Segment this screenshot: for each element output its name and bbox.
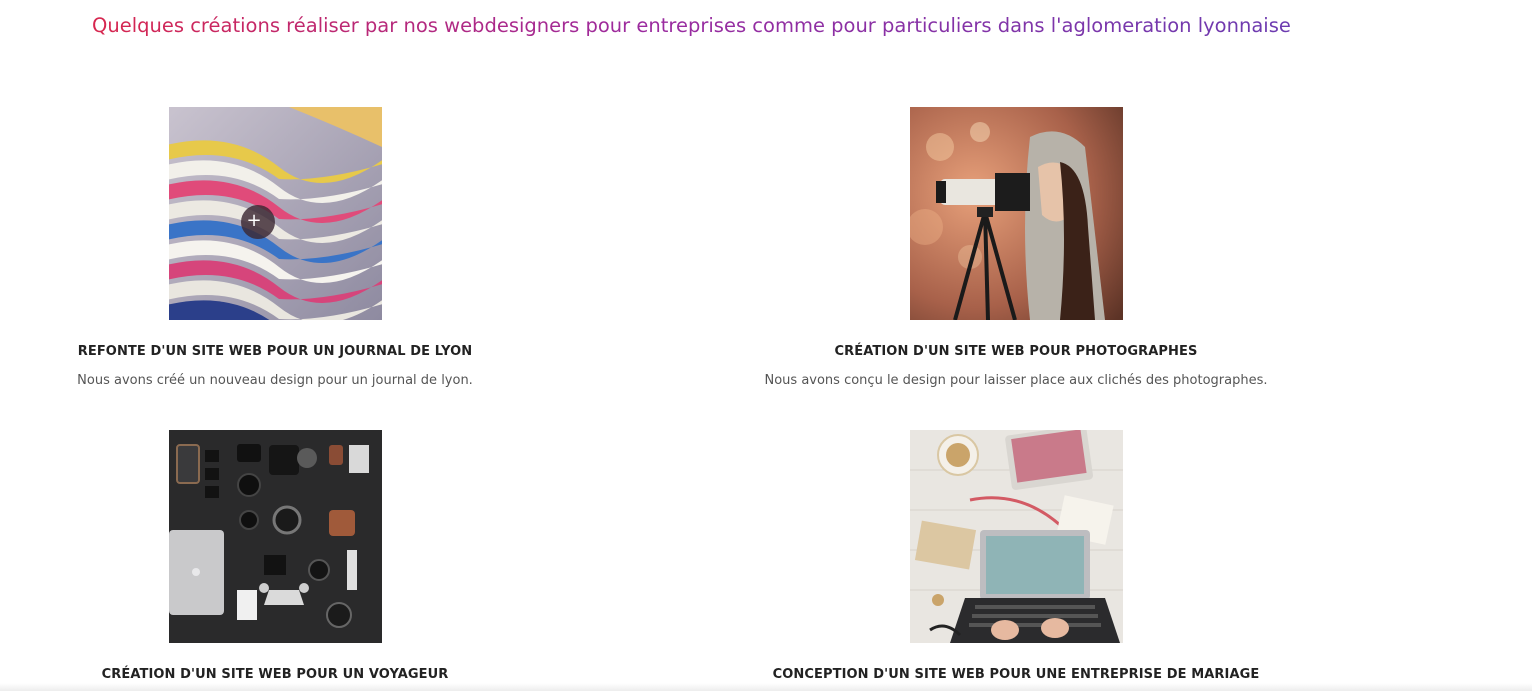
zoom-plus-icon[interactable]: +	[240, 205, 275, 239]
portfolio-thumbnail-magazines[interactable]: +	[168, 107, 382, 320]
portfolio-item: CONCEPTION D'UN SITE WEB POUR UNE ENTREP…	[666, 430, 1366, 682]
portfolio-thumbnail-photographer[interactable]	[909, 107, 1123, 320]
camera-gear-image	[168, 430, 382, 643]
portfolio-thumbnail-wedding-desk[interactable]	[909, 430, 1123, 643]
portfolio-item: CRÉATION D'UN SITE WEB POUR PHOTOGRAPHES…	[666, 107, 1366, 388]
portfolio-item-title: REFONTE D'UN SITE WEB POUR UN JOURNAL DE…	[77, 344, 473, 359]
page-heading: Quelques créations réaliser par nos webd…	[92, 12, 1291, 40]
portfolio-item: CRÉATION D'UN SITE WEB POUR UN VOYAGEUR	[0, 430, 625, 682]
portfolio-item-title: CRÉATION D'UN SITE WEB POUR UN VOYAGEUR	[101, 667, 449, 682]
magazines-image	[168, 107, 382, 320]
portfolio-item-description: Nous avons créé un nouveau design pour u…	[77, 373, 473, 388]
portfolio-thumbnail-camera-gear[interactable]	[168, 430, 382, 643]
bottom-fade	[0, 683, 1532, 691]
portfolio-item-title: CONCEPTION D'UN SITE WEB POUR UNE ENTREP…	[772, 667, 1260, 682]
portfolio-item-description: Nous avons conçu le design pour laisser …	[764, 373, 1268, 388]
portfolio-item-title: CRÉATION D'UN SITE WEB POUR PHOTOGRAPHES	[834, 344, 1198, 359]
portfolio-item: + REFONTE D'UN SITE WEB POUR UN JOURNAL …	[0, 107, 625, 388]
wedding-desk-image	[909, 430, 1123, 643]
photographer-image	[909, 107, 1123, 320]
